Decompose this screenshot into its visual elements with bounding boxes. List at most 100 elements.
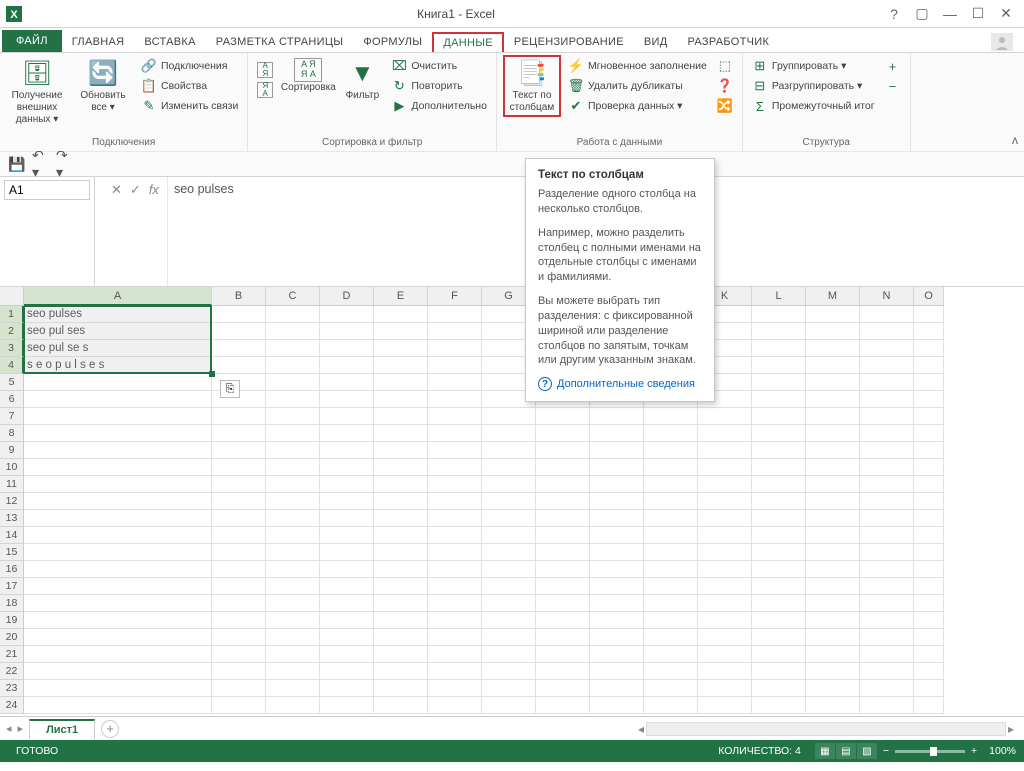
- cell[interactable]: [212, 357, 266, 374]
- cell[interactable]: [752, 425, 806, 442]
- cell[interactable]: [24, 663, 212, 680]
- cell[interactable]: [860, 442, 914, 459]
- cell[interactable]: [374, 357, 428, 374]
- cell[interactable]: [212, 527, 266, 544]
- column-header[interactable]: N: [860, 287, 914, 306]
- cell[interactable]: [266, 561, 320, 578]
- row-header[interactable]: 20: [0, 629, 24, 646]
- cell[interactable]: [482, 629, 536, 646]
- cell[interactable]: [806, 408, 860, 425]
- cell[interactable]: [428, 527, 482, 544]
- cell[interactable]: [482, 527, 536, 544]
- row-header[interactable]: 17: [0, 578, 24, 595]
- cell[interactable]: [374, 646, 428, 663]
- cell[interactable]: [860, 680, 914, 697]
- cell[interactable]: [428, 357, 482, 374]
- cell[interactable]: [698, 493, 752, 510]
- cell[interactable]: [860, 493, 914, 510]
- cell[interactable]: [428, 612, 482, 629]
- cell[interactable]: [482, 561, 536, 578]
- cell[interactable]: [266, 306, 320, 323]
- cell[interactable]: [698, 544, 752, 561]
- cell[interactable]: [374, 476, 428, 493]
- row-header[interactable]: 11: [0, 476, 24, 493]
- cell[interactable]: [428, 561, 482, 578]
- cell[interactable]: [320, 476, 374, 493]
- cell[interactable]: [212, 561, 266, 578]
- cell[interactable]: [698, 663, 752, 680]
- cell[interactable]: [914, 595, 944, 612]
- cell[interactable]: [266, 493, 320, 510]
- cell[interactable]: [590, 595, 644, 612]
- cell[interactable]: [24, 459, 212, 476]
- cell[interactable]: [428, 646, 482, 663]
- cell[interactable]: [24, 612, 212, 629]
- cell[interactable]: seo pul se s: [24, 340, 212, 357]
- cell[interactable]: [428, 493, 482, 510]
- cell[interactable]: [752, 646, 806, 663]
- row-header[interactable]: 24: [0, 697, 24, 714]
- cell[interactable]: [914, 408, 944, 425]
- cell[interactable]: [752, 544, 806, 561]
- cell[interactable]: [212, 510, 266, 527]
- cell[interactable]: [698, 646, 752, 663]
- cell[interactable]: seo pul ses: [24, 323, 212, 340]
- remove-duplicates-button[interactable]: 🗑Удалить дубликаты: [565, 77, 710, 95]
- cell[interactable]: [860, 697, 914, 714]
- tab-review[interactable]: РЕЦЕНЗИРОВАНИЕ: [504, 32, 634, 52]
- cell[interactable]: [644, 510, 698, 527]
- cell[interactable]: [320, 527, 374, 544]
- cell[interactable]: [320, 459, 374, 476]
- column-header[interactable]: A: [24, 287, 212, 306]
- ungroup-button[interactable]: ⊟Разгруппировать ▾: [749, 77, 878, 95]
- cell[interactable]: [374, 493, 428, 510]
- row-header[interactable]: 9: [0, 442, 24, 459]
- cell[interactable]: [914, 697, 944, 714]
- cell[interactable]: [698, 408, 752, 425]
- cell[interactable]: [320, 408, 374, 425]
- zoom-out-button[interactable]: −: [883, 745, 889, 757]
- sort-az-button[interactable]: AЯ: [254, 61, 276, 79]
- cell[interactable]: [590, 425, 644, 442]
- cell[interactable]: [482, 425, 536, 442]
- column-header[interactable]: O: [914, 287, 944, 306]
- cell[interactable]: [536, 680, 590, 697]
- cell[interactable]: [860, 629, 914, 646]
- cell[interactable]: [914, 544, 944, 561]
- name-box[interactable]: [4, 180, 90, 200]
- cell[interactable]: [806, 459, 860, 476]
- cell[interactable]: [536, 493, 590, 510]
- cell[interactable]: [266, 646, 320, 663]
- cell[interactable]: [752, 595, 806, 612]
- tab-pagelayout[interactable]: РАЗМЕТКА СТРАНИЦЫ: [206, 32, 354, 52]
- cell[interactable]: [428, 510, 482, 527]
- tab-insert[interactable]: ВСТАВКА: [134, 32, 205, 52]
- tab-data[interactable]: ДАННЫЕ: [432, 32, 504, 52]
- cell[interactable]: [374, 374, 428, 391]
- cell[interactable]: [860, 595, 914, 612]
- row-header[interactable]: 5: [0, 374, 24, 391]
- properties-button[interactable]: 📋Свойства: [138, 77, 241, 95]
- cell[interactable]: [536, 442, 590, 459]
- cell[interactable]: [320, 663, 374, 680]
- cell[interactable]: [644, 629, 698, 646]
- cell[interactable]: [806, 680, 860, 697]
- cell[interactable]: [212, 408, 266, 425]
- tab-home[interactable]: ГЛАВНАЯ: [62, 32, 135, 52]
- cell[interactable]: [806, 323, 860, 340]
- row-header[interactable]: 12: [0, 493, 24, 510]
- relationships-button[interactable]: 🔀: [714, 97, 736, 115]
- cell[interactable]: [428, 374, 482, 391]
- cell[interactable]: [482, 510, 536, 527]
- cell[interactable]: [320, 680, 374, 697]
- show-detail-button[interactable]: +: [882, 57, 904, 75]
- cell[interactable]: [212, 680, 266, 697]
- cell[interactable]: [374, 595, 428, 612]
- column-header[interactable]: B: [212, 287, 266, 306]
- row-header[interactable]: 2: [0, 323, 24, 340]
- row-header[interactable]: 4: [0, 357, 24, 374]
- cell[interactable]: [914, 663, 944, 680]
- cell[interactable]: [320, 595, 374, 612]
- cell[interactable]: [698, 578, 752, 595]
- refresh-all-button[interactable]: 🔄 Обновить все ▾: [72, 55, 134, 117]
